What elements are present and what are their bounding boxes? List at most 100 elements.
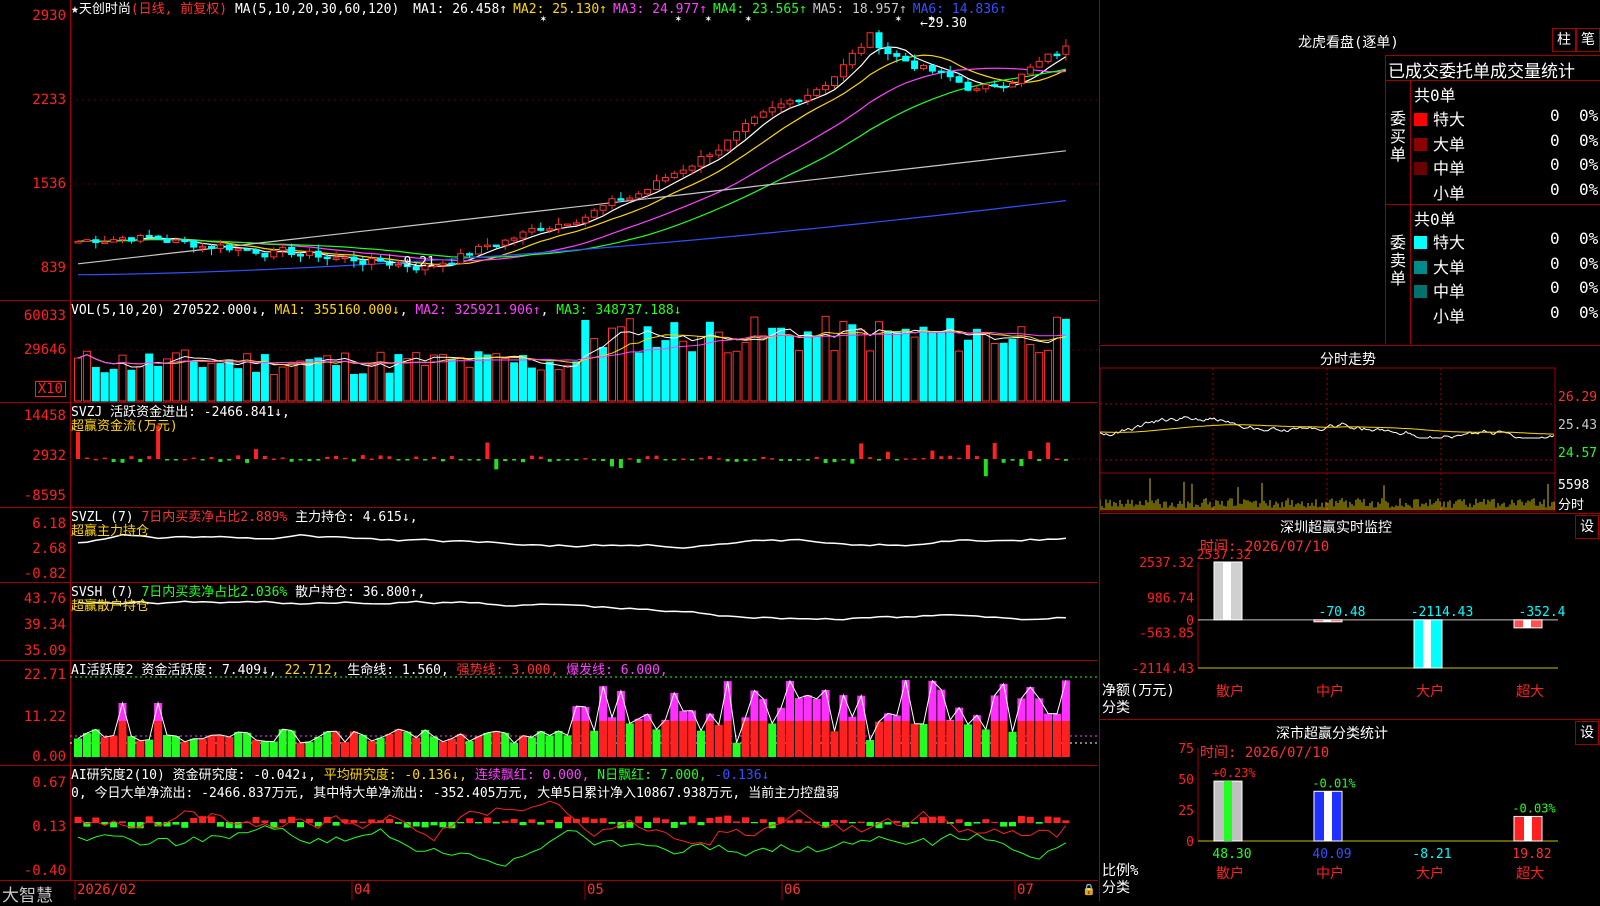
flow-bar — [218, 459, 223, 462]
flow-bar — [957, 457, 962, 460]
flow-bar — [458, 459, 463, 461]
flow-bar — [939, 456, 944, 459]
activity-bar — [430, 736, 438, 757]
buy-total: 共0单 — [1414, 86, 1456, 105]
research-bar — [991, 821, 999, 823]
candle-body — [83, 239, 91, 242]
classify-chart[interactable]: 75 50 25 0 +0.23% 48.30 散户 -0.01% 40.09 中户 -8.21 大户… — [1100, 720, 1600, 901]
monitor-tick: -563.85 — [1139, 627, 1194, 642]
volume-bar — [127, 369, 136, 402]
volume-pane[interactable]: 60033 29646 X10 VOL(5,10,20) 270522.000↓… — [0, 301, 1098, 403]
volume-ma3: MA3: 348737.188↓ — [556, 303, 682, 318]
volume-bar — [385, 372, 394, 402]
activity-bar — [1061, 721, 1070, 757]
candle-body — [937, 70, 945, 74]
volume-bar — [625, 318, 634, 402]
monitor-panel[interactable]: 深圳超赢实时监控 设 时间: 2026/07/10 2537.32 986.74 0… — [1099, 513, 1600, 719]
research-bar — [1044, 816, 1052, 823]
volume-bar — [794, 349, 803, 402]
volume-bar — [866, 350, 875, 402]
flow-bar — [476, 459, 481, 461]
chart-mode[interactable]: (日线, 前复权) — [131, 2, 227, 17]
research-bar — [234, 822, 242, 829]
flow-bar — [885, 451, 890, 459]
activity-bar — [937, 721, 946, 757]
volume-bar — [714, 331, 723, 402]
candle-body — [928, 65, 936, 72]
volume-bar — [545, 361, 554, 402]
ai-research-pane[interactable]: 0.67 0.13 -0.40 AI研究度2(10) 资金研究度: -0.042… — [0, 766, 1098, 881]
flow-bar — [618, 459, 623, 469]
stock-name[interactable]: ★天创时尚 — [71, 2, 131, 17]
activity-bar — [990, 721, 999, 757]
intraday-panel[interactable]: 分时走势 26.29 25.43 24.57 5598 分时 — [1099, 345, 1600, 513]
volume-bar — [928, 331, 937, 402]
price-pane[interactable]: 2930 2233 1536 839 ←29.30 ← 9.21 ✶ ✶ ✶ ✶ ✶ ✶ ★天… — [0, 0, 1098, 301]
svsh-pane[interactable]: 43.76 39.34 35.09 SVSH (7) 7日内买卖净占比2.036… — [0, 583, 1098, 661]
research-bar — [982, 819, 990, 823]
research-bar — [483, 817, 491, 823]
flow-bar — [1046, 442, 1051, 459]
classify-panel[interactable]: 深市超赢分类统计 设 时间: 2026/07/10 75 50 25 0 +0.23% 4… — [1099, 719, 1600, 901]
candle-body — [172, 239, 180, 243]
flow-bar — [1019, 459, 1024, 466]
ai-activity-value: 资金活跃度: 7.409↓, — [141, 663, 277, 678]
volume-bar — [990, 343, 999, 402]
volume-bar — [474, 351, 483, 402]
lock-icon[interactable]: 🔒 — [1082, 883, 1096, 896]
volume-bar — [857, 329, 866, 402]
activity-bar — [545, 735, 554, 757]
flow-bar — [672, 459, 677, 461]
flow-bar — [814, 456, 819, 459]
svzj-title: SVZJ — [71, 405, 103, 420]
volume-bar — [483, 354, 492, 402]
candle-body — [350, 256, 358, 262]
monitor-category: 散户 — [1216, 683, 1244, 700]
research-bar — [786, 820, 794, 823]
volume-title-bar: VOL(5,10,20) 270522.000↓, MA1: 355160.00… — [71, 303, 682, 318]
flow-bar — [583, 458, 588, 460]
order-count: 0 — [1550, 278, 1560, 297]
bar-view-button[interactable]: 柱 — [1552, 28, 1576, 52]
flow-bar — [191, 457, 196, 460]
activity-bar-top — [1044, 713, 1053, 721]
research-bar — [252, 817, 260, 823]
intraday-chart[interactable] — [1100, 346, 1600, 513]
activity-bar — [679, 721, 688, 757]
volume-bar — [287, 363, 296, 402]
research-bar — [804, 821, 812, 823]
volume-bar — [661, 340, 670, 402]
monitor-chart[interactable]: 2537.32986.740-563.85-2114.432537.32散户-7… — [1100, 514, 1600, 719]
volume-bar — [394, 354, 403, 402]
ma-values: MA1: 26.458↑ MA2: 25.130↑ MA3: 24.977↑ MA4:… — [407, 2, 1007, 17]
candle-body — [831, 76, 838, 87]
intraday-price-top: 26.29 — [1558, 390, 1598, 405]
activity-bar — [981, 729, 990, 757]
candlestick-chart[interactable]: ←29.30← 9.21✶ ✶ ✶ ✶ ✶ ✶ — [0, 0, 1098, 300]
svzl-pane[interactable]: 6.18 2.68 -0.82 SVZL (7) 7日内买卖净占比2.889% … — [0, 508, 1098, 583]
classify-value: -8.21 — [1412, 847, 1451, 862]
svzj-pane[interactable]: 14458 2932 -8595 SVZJ 活跃资金进出: -2466.841↓… — [0, 403, 1098, 508]
candle-body — [599, 205, 607, 211]
ai-activity-pane[interactable]: 22.71 11.22 0.00 AI活跃度2 资金活跃度: 7.409↓, 2… — [0, 661, 1098, 766]
activity-bar — [180, 741, 189, 757]
activity-bar — [91, 729, 100, 757]
buy-label: 委买单 — [1390, 109, 1407, 164]
activity-bar — [82, 733, 91, 757]
tick-view-button[interactable]: 笔 — [1576, 28, 1600, 52]
candle-body — [243, 248, 251, 251]
candle-body — [439, 262, 447, 266]
activity-bar — [892, 721, 901, 757]
research-bar — [519, 822, 527, 826]
flow-bar — [138, 459, 143, 463]
volume-bar — [616, 326, 625, 402]
candle-body — [537, 228, 545, 231]
volume-bar — [269, 373, 278, 402]
volume-bar — [376, 351, 385, 402]
candle-body — [297, 254, 304, 257]
candle-body — [163, 238, 171, 243]
activity-bar — [634, 721, 643, 757]
research-bar — [510, 818, 518, 823]
activity-bar — [438, 741, 447, 757]
volume-bar — [492, 353, 501, 402]
